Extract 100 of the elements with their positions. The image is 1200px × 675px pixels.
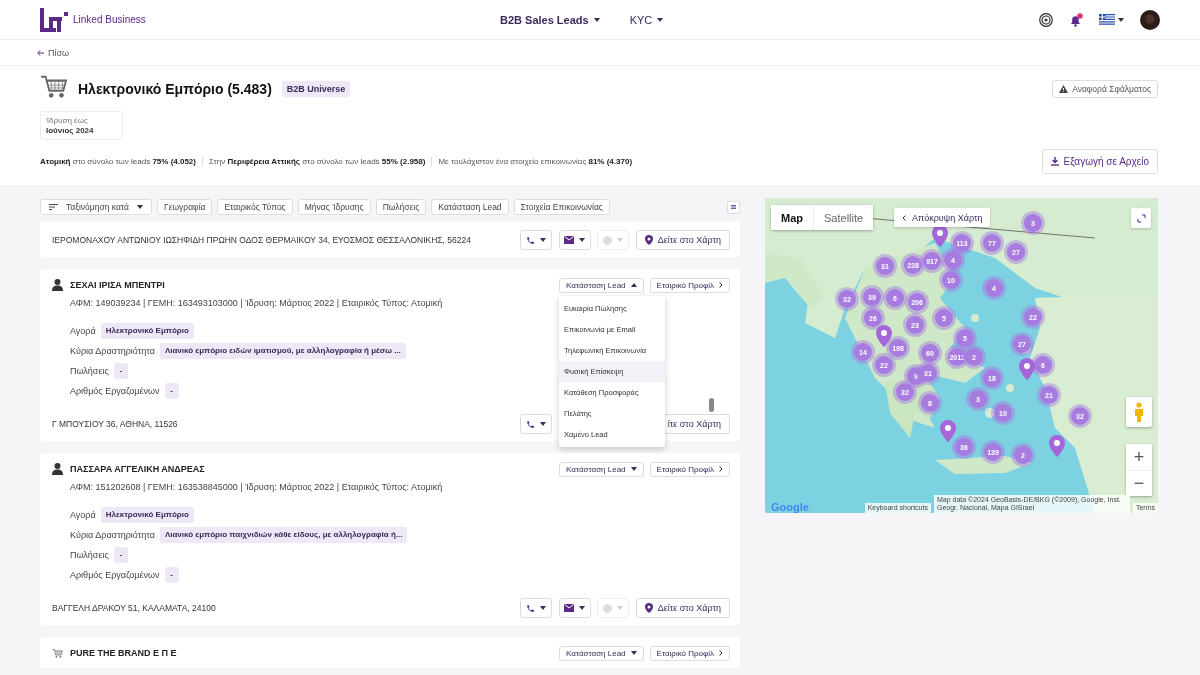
filter-chip[interactable]: Γεωγραφία (157, 199, 213, 215)
download-icon (1051, 157, 1060, 166)
map-button[interactable]: Δείτε στο Χάρτη (635, 230, 730, 250)
arrow-left-icon (37, 49, 44, 56)
hide-map-button[interactable]: Απόκρυψη Χάρτη (894, 208, 991, 227)
status-dropdown[interactable]: Κατάσταση Lead (559, 645, 644, 661)
caret-icon (540, 422, 546, 426)
zoom-in-button[interactable]: + (1126, 444, 1152, 470)
chevron-right-icon (719, 282, 723, 288)
field-label: Αριθμός Εργαζομένων (70, 385, 160, 398)
bell-icon[interactable] (1069, 12, 1083, 27)
phone-icon (526, 419, 535, 429)
profile-button[interactable]: Εταιρικό Προφίλ (649, 461, 730, 477)
filter-chip[interactable]: Πωλήσεις (375, 199, 427, 215)
stat-text: Στην Περιφέρεια Αττικής στο σύνολο των leads 55% (2.958) (202, 157, 432, 166)
caret-icon (579, 238, 586, 242)
email-dropdown[interactable] (558, 598, 591, 618)
phone-dropdown[interactable] (520, 598, 552, 618)
map-type-tab[interactable]: Satellite (813, 205, 874, 230)
caret-icon (540, 238, 546, 242)
status-dropdown[interactable]: Κατάσταση Lead (559, 461, 644, 477)
caret-icon (540, 606, 546, 610)
cart-icon (52, 646, 63, 660)
address: ΒΑΓΓΕΛΗ ΔΡΑΚΟΥ 51, ΚΑΛΑΜΑΤΑ, 24100 (52, 603, 216, 613)
field-value: - (164, 383, 179, 399)
phone-dropdown[interactable] (520, 414, 552, 434)
envelope-icon (564, 604, 575, 612)
field-label: Αγορά (70, 325, 96, 338)
company-details: ΑΦΜ: 149039234 | ΓΕΜΗ: 163493103000 | Ίδρυση: Μάρτιος 2022 | Εταιρικός Τύπος: Ατομική (70, 297, 443, 310)
map-logo: Google (770, 501, 809, 513)
target-icon[interactable] (1039, 12, 1053, 27)
scrollbar-thumb[interactable] (709, 398, 714, 412)
cart-icon (40, 74, 68, 100)
map-pin[interactable] (1049, 435, 1065, 457)
brand-name: Linked Business (73, 14, 146, 25)
caret-icon (630, 467, 637, 471)
status-dropdown[interactable]: Κατάσταση Lead (559, 277, 644, 293)
nav-menu[interactable]: B2B Sales Leads (500, 13, 600, 26)
tag: B2B Universe (281, 81, 351, 97)
nav-menu[interactable]: KYC (629, 13, 664, 26)
map-type-tab[interactable]: Map (771, 205, 813, 230)
field-label: Αγορά (70, 509, 96, 522)
field-label: Κύρια Δραστηριότητα (70, 529, 155, 542)
phone-dropdown[interactable] (520, 230, 552, 250)
sort-button[interactable]: Ταξινόμηση κατά (40, 199, 152, 215)
report-button[interactable]: Αναφορά Σφάλματος (1052, 80, 1158, 98)
person-icon (1134, 402, 1144, 422)
field-value: Λιανικό εμπόριο παιχνιδιών κάθε είδους, με αλληλογραφία ή... (159, 527, 408, 543)
logo-icon (40, 7, 68, 32)
field-value: Λιανικό εμπόριο ειδών ιματισμού, με αλληλογραφία ή μέσω ... (159, 343, 406, 359)
circle-icon (603, 235, 613, 245)
chevron-left-icon (902, 214, 906, 221)
back-link[interactable]: Πίσω (37, 47, 70, 58)
field-value: - (113, 363, 128, 379)
caret-icon (630, 283, 637, 287)
caret-icon (617, 238, 624, 242)
envelope-icon (564, 236, 575, 244)
address: ΙΕΡΟΜΟΝΑΧΟΥ ΑΝΤΩΝΙΟΥ ΙΩΣΗΦΙΔΗ ΠΡΩΗΝ ΟΔΟΣ ΘΕΡΜΑΙΚΟΥ 34, ΕΥΟΣΜΟΣ ΘΕΣΣΑΛΟΝΙΚΗΣ, 56224 (52, 235, 471, 245)
filter-chip[interactable]: Εταιρικός Τύπος (217, 199, 293, 215)
date-filter[interactable]: Ίδρυση έως Ιούνιος 2024 (40, 111, 123, 140)
field-label: Κύρια Δραστηριότητα (70, 345, 155, 358)
stat-text: Ατομική στο σύνολο των leads 75% (4.052) (40, 157, 197, 166)
map-pin[interactable] (1019, 358, 1035, 380)
warning-icon (1059, 85, 1069, 93)
avatar[interactable] (1140, 9, 1160, 30)
email-dropdown[interactable] (558, 230, 591, 250)
caret-icon (617, 606, 624, 610)
field-value: Ηλεκτρονικό Εμπόριο (100, 507, 194, 523)
caret-icon (630, 651, 637, 655)
fullscreen-button[interactable] (1131, 208, 1151, 228)
caret-icon (593, 17, 600, 22)
field-value: - (113, 547, 128, 563)
company-name: PURE THE BRAND Ε Π Ε (70, 648, 177, 658)
person-icon (52, 279, 63, 291)
flag-icon[interactable] (1099, 14, 1115, 25)
map-pin[interactable] (940, 420, 956, 442)
circle-icon (603, 603, 613, 613)
page-title: Ηλεκτρονικό Εμπόριο (5.483) (78, 81, 272, 97)
fullscreen-icon (1136, 213, 1146, 223)
filter-chip[interactable]: Στοιχεία Επικοινωνίας (513, 199, 610, 215)
caret-icon (137, 205, 143, 209)
company-details: ΑΦΜ: 151202608 | ΓΕΜΗ: 163538845000 | Ίδρυση: Μάρτιος 2022 | Εταιρικός Τύπος: Ατομική (70, 481, 443, 494)
field-value: - (164, 567, 179, 583)
company-name: ΣΕΧΑΙ ΙΡΙΣΑ ΜΠΕΝΤΡΙ (70, 280, 165, 290)
list-view-button[interactable] (727, 200, 740, 214)
map-pin[interactable] (876, 325, 892, 347)
profile-button[interactable]: Εταιρικό Προφίλ (649, 277, 730, 293)
chevron-right-icon (719, 650, 723, 656)
person-icon (52, 463, 63, 475)
phone-icon (526, 603, 535, 613)
zoom-out-button[interactable]: − (1126, 470, 1152, 496)
export-button[interactable]: Εξαγωγή σε Αρχείο (1042, 149, 1158, 174)
field-label: Αριθμός Εργαζομένων (70, 569, 160, 582)
caret-icon (579, 606, 586, 610)
filter-chip[interactable]: Μήνας Ίδρυσης (297, 199, 371, 215)
field-value: Ηλεκτρονικό Εμπόριο (100, 323, 194, 339)
caret-icon (1118, 17, 1124, 22)
profile-button[interactable]: Εταιρικό Προφίλ (649, 645, 730, 661)
map-button[interactable]: Δείτε στο Χάρτη (635, 598, 730, 618)
filter-chip[interactable]: Κατάσταση Lead (431, 199, 509, 215)
